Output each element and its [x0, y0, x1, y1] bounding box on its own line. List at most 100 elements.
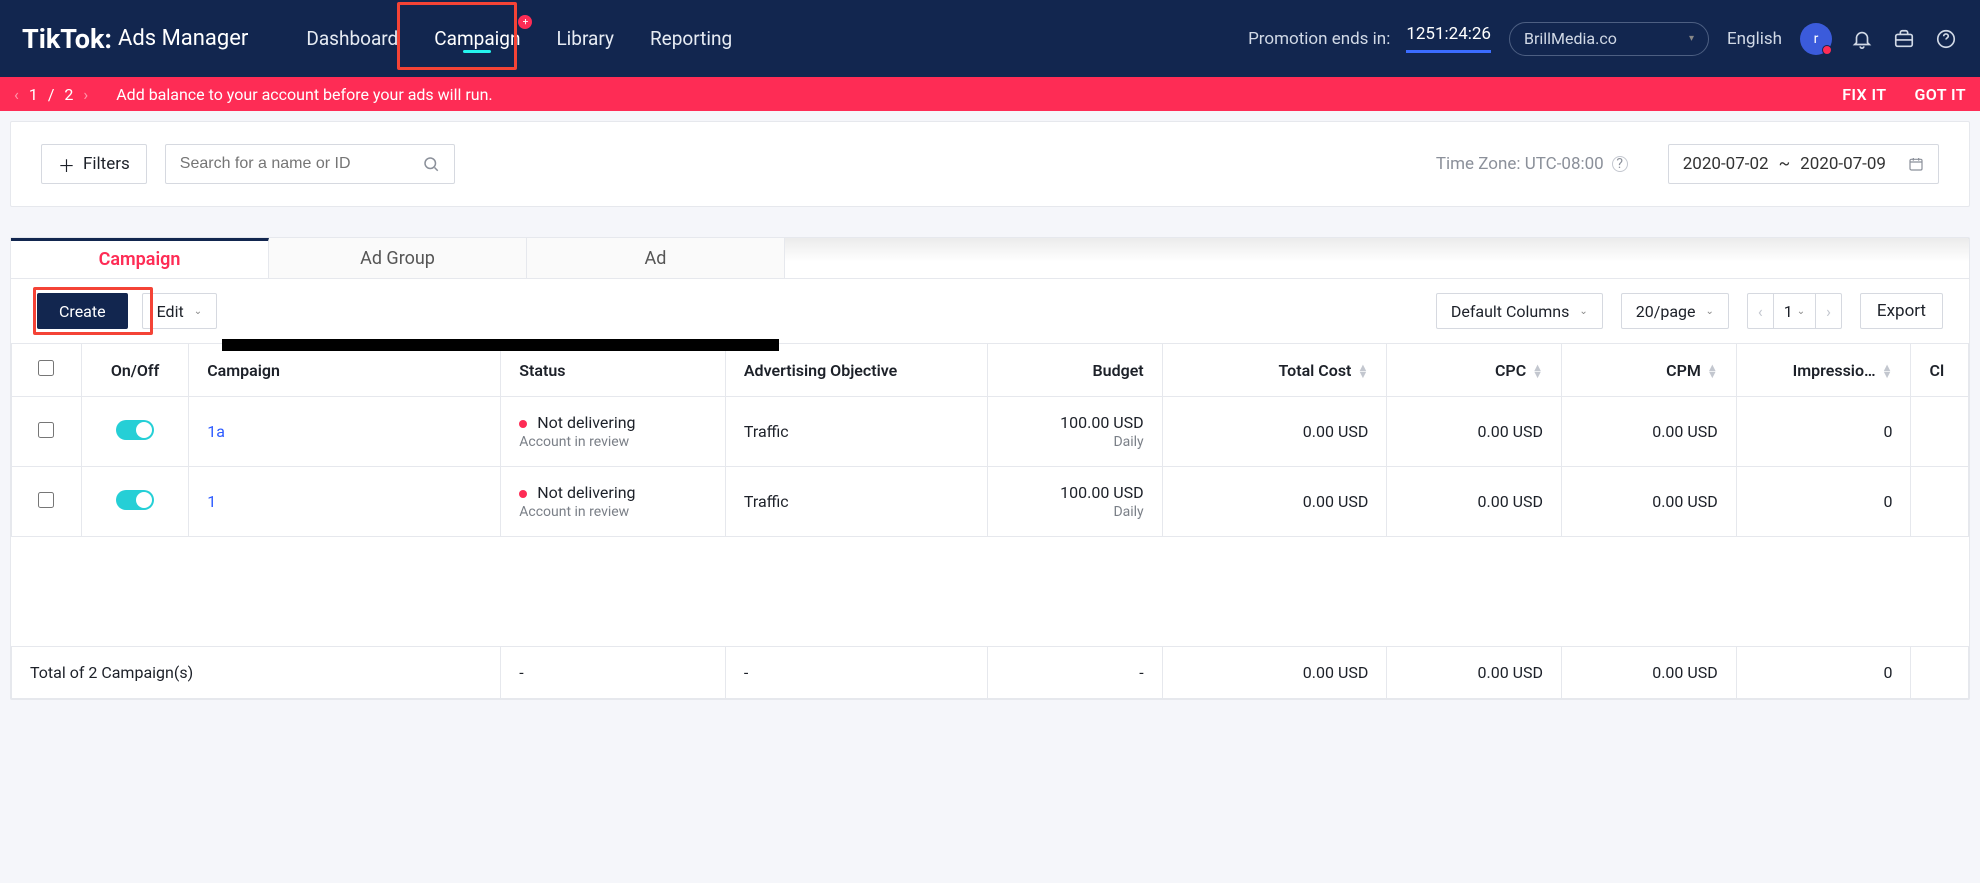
chevron-down-icon: ⌄: [1797, 306, 1805, 317]
search-input[interactable]: [180, 155, 422, 173]
row-toggle[interactable]: [116, 490, 154, 510]
budget-cell: 100.00 USDDaily: [987, 467, 1162, 537]
nav-library[interactable]: Library: [538, 0, 632, 77]
export-button[interactable]: Export: [1860, 293, 1943, 329]
table-footer-row: Total of 2 Campaign(s) - - - 0.00 USD 0.…: [12, 647, 1969, 699]
budget-cell: 100.00 USDDaily: [987, 397, 1162, 467]
col-impressions[interactable]: Impressio…▲▼: [1736, 344, 1911, 397]
header-dark-strip: [222, 339, 779, 351]
impressions-cell: 0: [1736, 397, 1911, 467]
alert-next-icon[interactable]: ›: [83, 85, 88, 104]
create-button[interactable]: Create: [37, 293, 128, 329]
status-cell: Not deliveringAccount in review: [519, 413, 707, 450]
language-switch[interactable]: English: [1727, 29, 1782, 49]
status-cell: Not deliveringAccount in review: [519, 483, 707, 520]
date-range-picker[interactable]: 2020-07-02 ~ 2020-07-09: [1668, 144, 1939, 184]
alert-fix-button[interactable]: FIX IT: [1842, 85, 1886, 104]
col-cpc[interactable]: CPC▲▼: [1387, 344, 1562, 397]
sort-icon: ▲▼: [1882, 364, 1893, 378]
chevron-down-icon: ▾: [1689, 33, 1694, 44]
sort-icon: ▲▼: [1532, 364, 1543, 378]
col-status: Status: [501, 344, 726, 397]
table-row: 1Not deliveringAccount in reviewTraffic1…: [12, 467, 1969, 537]
row-checkbox[interactable]: [38, 422, 54, 438]
col-cpm[interactable]: CPM▲▼: [1562, 344, 1737, 397]
columns-label: Default Columns: [1451, 302, 1570, 321]
tab-ad[interactable]: Ad: [527, 238, 785, 278]
alert-message: Add balance to your account before your …: [116, 85, 492, 104]
campaign-table: On/Off Campaign Status Advertising Objec…: [11, 343, 1969, 699]
alert-page-total: 2: [64, 85, 73, 104]
help-small-icon[interactable]: ?: [1612, 156, 1628, 172]
campaign-name-link[interactable]: 1: [207, 492, 216, 511]
alert-prev-icon[interactable]: ‹: [14, 85, 19, 104]
table-header-row: On/Off Campaign Status Advertising Objec…: [12, 344, 1969, 397]
edit-label: Edit: [157, 302, 184, 321]
page-number[interactable]: 1 ⌄: [1774, 294, 1816, 328]
sort-icon: ▲▼: [1707, 364, 1718, 378]
sort-icon: ▲▼: [1357, 364, 1368, 378]
col-objective: Advertising Objective: [725, 344, 987, 397]
nav-campaign[interactable]: Campaign +: [416, 0, 538, 77]
table-toolbar: Create Edit ⌄ Default Columns ⌄ 20/page …: [11, 279, 1969, 343]
page-next-button[interactable]: ›: [1816, 294, 1841, 328]
alert-got-button[interactable]: GOT IT: [1914, 85, 1966, 104]
search-box[interactable]: [165, 144, 455, 184]
help-icon[interactable]: [1934, 27, 1958, 51]
objective-cell: Traffic: [725, 397, 987, 467]
tab-adgroup[interactable]: Ad Group: [269, 238, 527, 278]
col-budget: Budget: [987, 344, 1162, 397]
brand-logo[interactable]: TikTok: Ads Manager: [22, 23, 248, 55]
avatar-notification-dot: [1822, 45, 1832, 55]
nav-reporting[interactable]: Reporting: [632, 0, 750, 77]
col-campaign: Campaign: [189, 344, 501, 397]
avatar-letter: r: [1814, 31, 1819, 47]
col-onoff: On/Off: [81, 344, 188, 397]
brand-suffix: Ads Manager: [118, 26, 248, 51]
calendar-icon: [1908, 156, 1924, 172]
filters-button[interactable]: ＋ Filters: [41, 144, 147, 184]
row-checkbox[interactable]: [38, 492, 54, 508]
bell-icon[interactable]: [1850, 27, 1874, 51]
avatar[interactable]: r: [1800, 23, 1832, 55]
cpm-cell: 0.00 USD: [1562, 397, 1737, 467]
chevron-down-icon: ⌄: [194, 306, 202, 317]
table-row: 1a Not deliveringAccount in review Traffic…: [12, 397, 1969, 467]
nav-dashboard[interactable]: Dashboard: [288, 0, 416, 77]
plus-icon: ＋: [58, 152, 75, 177]
chevron-down-icon: ⌄: [1706, 306, 1714, 317]
nav-campaign-label: Campaign: [434, 27, 520, 50]
plus-badge-icon: +: [518, 15, 532, 29]
totalcost-cell: 0.00 USD: [1162, 397, 1387, 467]
level-tabs: Campaign Ad Group Ad: [11, 238, 1969, 279]
page-nav: ‹ 1 ⌄ ›: [1747, 293, 1842, 329]
campaign-name-link[interactable]: 1a: [207, 422, 225, 441]
promo-countdown[interactable]: 1251:24:26: [1406, 24, 1491, 53]
cpc-cell: 0.00 USD: [1387, 397, 1562, 467]
columns-dropdown[interactable]: Default Columns ⌄: [1436, 293, 1603, 329]
row-toggle[interactable]: [116, 420, 154, 440]
status-dot-icon: [519, 420, 527, 428]
chevron-down-icon: ⌄: [1579, 306, 1587, 317]
alert-page-current: 1: [29, 85, 38, 104]
totalcost-cell: 0.00 USD: [1162, 467, 1387, 537]
search-icon[interactable]: [422, 155, 440, 173]
promo-label: Promotion ends in:: [1248, 29, 1390, 49]
account-name: BrillMedia.co: [1524, 29, 1617, 48]
filters-label: Filters: [83, 154, 130, 174]
impressions-cell: 0: [1736, 467, 1911, 537]
filter-bar: ＋ Filters Time Zone: UTC-08:00 ? 2020-07…: [10, 121, 1970, 207]
col-totalcost[interactable]: Total Cost▲▼: [1162, 344, 1387, 397]
top-header: TikTok: Ads Manager Dashboard Campaign +…: [0, 0, 1980, 77]
edit-dropdown[interactable]: Edit ⌄: [142, 293, 217, 329]
brand-name: TikTok: [22, 23, 104, 55]
account-select[interactable]: BrillMedia.co ▾: [1509, 22, 1709, 56]
select-all-checkbox[interactable]: [38, 360, 54, 376]
promo-banner: Promotion ends in: 1251:24:26: [1248, 24, 1491, 53]
pagesize-dropdown[interactable]: 20/page ⌄: [1621, 293, 1729, 329]
briefcase-icon[interactable]: [1892, 27, 1916, 51]
main-nav: Dashboard Campaign + Library Reporting: [288, 0, 750, 77]
page-prev-button[interactable]: ‹: [1748, 294, 1774, 328]
alert-banner: ‹ 1 / 2 › Add balance to your account be…: [0, 77, 1980, 111]
tab-campaign[interactable]: Campaign: [11, 238, 269, 278]
